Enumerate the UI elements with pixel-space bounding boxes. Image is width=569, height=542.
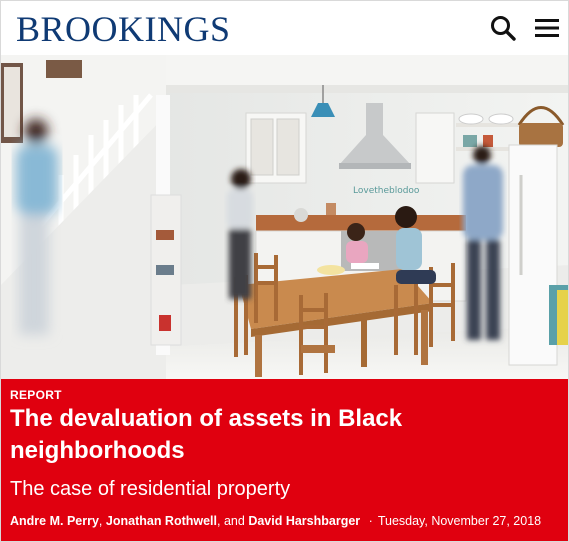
- publish-date: Tuesday, November 27, 2018: [377, 514, 542, 528]
- brookings-logo[interactable]: BROOKINGS: [16, 9, 231, 49]
- article-title: The devaluation of assets in Black neigh…: [10, 405, 403, 464]
- hero-image: Lovetheblodoo: [1, 55, 568, 379]
- byline: Andre M. Perry, Jonathan Rothwell, and D…: [10, 513, 541, 529]
- date-separator: ·: [368, 514, 373, 528]
- author-separator: , and: [217, 514, 245, 528]
- search-icon[interactable]: [489, 14, 517, 42]
- author-link[interactable]: David Harshbarger: [248, 514, 360, 528]
- page-frame: BROOKINGS Lovetheblodoo REPORT The deval…: [0, 0, 569, 542]
- author-separator: ,: [98, 514, 103, 528]
- svg-text:Lovetheblodoo: Lovetheblodoo: [353, 186, 420, 196]
- author-link[interactable]: Andre M. Perry: [10, 514, 99, 528]
- hamburger-menu-icon[interactable]: [534, 14, 560, 42]
- site-header: BROOKINGS: [1, 1, 568, 55]
- content-type-label[interactable]: REPORT: [10, 388, 62, 402]
- article-banner: REPORT The devaluation of assets in Blac…: [1, 379, 568, 541]
- author-link[interactable]: Jonathan Rothwell: [106, 514, 217, 528]
- article-subtitle: The case of residential property: [10, 478, 291, 500]
